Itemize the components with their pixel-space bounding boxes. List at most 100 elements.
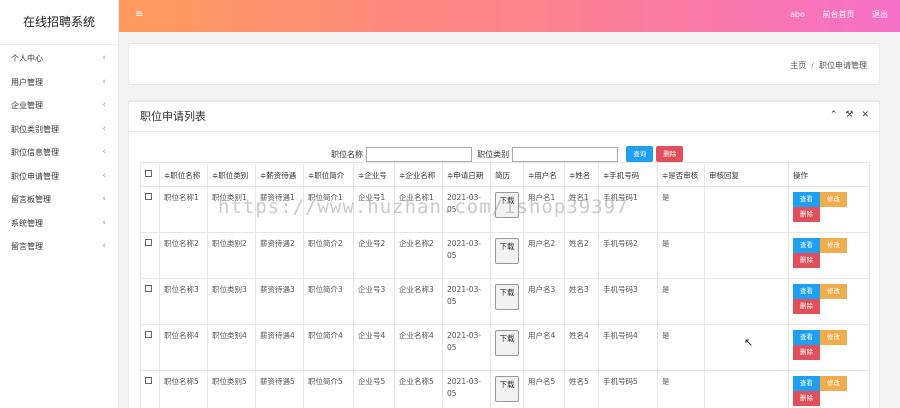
- row-checkbox[interactable]: [145, 331, 152, 338]
- sidebar-item-personal-center[interactable]: 个人中心 ‹: [0, 47, 118, 71]
- cell-job-category: 职位类别2: [207, 232, 256, 279]
- view-button[interactable]: 查看: [793, 238, 820, 253]
- delete-button[interactable]: 删除: [793, 253, 820, 268]
- col-header-job-intro[interactable]: ≑职位简介: [303, 162, 354, 187]
- cell-company-no: 企业号1: [353, 186, 395, 233]
- sidebar-item-label: 留言板管理: [11, 195, 51, 204]
- cell-username: 用户名1: [523, 186, 565, 233]
- col-header-apply-date[interactable]: ≑申请日期: [442, 162, 491, 187]
- cell-job-name: 职位名称2: [159, 232, 208, 279]
- col-header-job-category[interactable]: ≑职位类别: [207, 162, 256, 187]
- home-link[interactable]: 前台首页: [822, 10, 854, 19]
- cell-job-intro: 职位简介4: [303, 324, 354, 371]
- cell-reviewed: 是: [657, 370, 705, 408]
- edit-button[interactable]: 修改: [820, 330, 847, 345]
- edit-button[interactable]: 修改: [820, 192, 847, 207]
- cell-phone: 手机号码1: [598, 186, 658, 233]
- resume-download-button[interactable]: 下载: [495, 284, 519, 310]
- cell-job-intro: 职位简介1: [303, 186, 354, 233]
- resume-download-button[interactable]: 下载: [495, 376, 519, 402]
- resume-download-button[interactable]: 下载: [495, 192, 519, 218]
- breadcrumb: 主页 / 职位申请管理: [790, 60, 867, 71]
- sidebar-item-job-applications[interactable]: 职位申请管理 ‹: [0, 165, 118, 189]
- batch-delete-button[interactable]: 删除: [656, 146, 684, 162]
- chevron-left-icon: ‹: [102, 170, 106, 181]
- job-category-label: 职位类别: [477, 149, 510, 159]
- panel-tools: ⌃ ⚒ ✕: [822, 110, 869, 120]
- row-checkbox[interactable]: [145, 285, 152, 292]
- cell-reviewed: 是: [657, 186, 705, 233]
- row-select-cell[interactable]: [140, 278, 160, 325]
- delete-button[interactable]: 删除: [793, 299, 820, 314]
- row-select-cell[interactable]: [140, 186, 160, 233]
- app-title: 在线招聘系统: [0, 0, 118, 45]
- view-button[interactable]: 查看: [793, 284, 820, 299]
- wrench-icon[interactable]: ⚒: [845, 110, 853, 120]
- cell-actions: 查看 修改 删除: [788, 324, 870, 371]
- cell-realname: 姓名3: [564, 278, 599, 325]
- cell-phone: 手机号码4: [598, 324, 658, 371]
- sidebar-item-system[interactable]: 系统管理 ‹: [0, 212, 118, 236]
- view-button[interactable]: 查看: [793, 192, 820, 207]
- col-header-job-name[interactable]: ≑职位名称: [159, 162, 208, 187]
- col-header-reviewed[interactable]: ≑是否审核: [657, 162, 705, 187]
- chevron-left-icon: ‹: [102, 100, 106, 110]
- cell-job-intro: 职位简介5: [303, 370, 354, 408]
- chevron-left-icon: ‹: [102, 194, 106, 204]
- sidebar-item-message-board[interactable]: 留言板管理 ‹: [0, 188, 118, 212]
- edit-button[interactable]: 修改: [820, 284, 847, 299]
- row-select-cell[interactable]: [140, 370, 160, 408]
- applications-table: ≑职位名称 ≑职位类别 ≑薪资待遇 ≑职位简介 ≑企业号 ≑企业名称 ≑申请日期…: [140, 162, 870, 408]
- cell-phone: 手机号码2: [598, 232, 658, 279]
- cell-company-name: 企业名称2: [394, 232, 443, 279]
- col-header-actions: 操作: [788, 162, 870, 187]
- col-header-username[interactable]: ≑用户名: [523, 162, 565, 187]
- cell-resume: 下载: [490, 186, 524, 233]
- delete-button[interactable]: 删除: [793, 391, 820, 406]
- collapse-icon[interactable]: ⌃: [830, 110, 838, 120]
- cell-reviewed: 是: [657, 324, 705, 371]
- col-header-salary[interactable]: ≑薪资待遇: [255, 162, 304, 187]
- sidebar-item-companies[interactable]: 企业管理 ‹: [0, 94, 118, 118]
- cell-actions: 查看 修改 删除: [788, 278, 870, 325]
- sidebar-item-label: 用户管理: [11, 77, 43, 87]
- col-header-company-name[interactable]: ≑企业名称: [394, 162, 443, 187]
- table-row: 职位名称1 职位类别1 薪资待遇1 职位简介1 企业号1 企业名称1 2021-…: [140, 186, 870, 233]
- resume-download-button[interactable]: 下载: [495, 238, 519, 264]
- sidebar-item-messages[interactable]: 留言管理 ‹: [0, 235, 118, 259]
- sidebar-item-label: 职位类别管理: [11, 124, 59, 134]
- row-select-cell[interactable]: [140, 232, 160, 279]
- sidebar-item-users[interactable]: 用户管理 ‹: [0, 71, 118, 95]
- col-header-realname[interactable]: ≑姓名: [564, 162, 599, 187]
- job-name-input[interactable]: [365, 146, 472, 162]
- view-button[interactable]: 查看: [793, 330, 820, 345]
- edit-button[interactable]: 修改: [820, 376, 847, 391]
- job-category-input[interactable]: [511, 146, 618, 162]
- query-button[interactable]: 查询: [626, 146, 654, 162]
- delete-button[interactable]: 删除: [793, 345, 820, 360]
- edit-button[interactable]: 修改: [820, 238, 847, 253]
- menu-toggle-icon[interactable]: ≡: [135, 9, 143, 20]
- cell-company-no: 企业号3: [353, 278, 395, 325]
- cell-apply-date: 2021-03-05: [442, 186, 491, 233]
- select-all-checkbox[interactable]: [145, 170, 152, 177]
- row-checkbox[interactable]: [145, 377, 152, 384]
- row-checkbox[interactable]: [145, 193, 152, 200]
- top-navbar: ≡ abo 前台首页 退出: [119, 0, 900, 32]
- resume-download-button[interactable]: 下载: [495, 330, 519, 356]
- delete-button[interactable]: 删除: [793, 207, 820, 222]
- view-button[interactable]: 查看: [793, 376, 820, 391]
- row-checkbox[interactable]: [145, 239, 152, 246]
- sidebar-item-job-categories[interactable]: 职位类别管理 ‹: [0, 118, 118, 142]
- cell-company-name: 企业名称4: [394, 324, 443, 371]
- cell-salary: 薪资待遇3: [255, 278, 304, 325]
- breadcrumb-separator: /: [811, 61, 814, 70]
- col-header-phone[interactable]: ≑手机号码: [598, 162, 658, 187]
- select-all-header[interactable]: [140, 162, 160, 187]
- sidebar-item-job-info[interactable]: 职位信息管理 ‹: [0, 141, 118, 165]
- logout-link[interactable]: 退出: [872, 10, 888, 19]
- row-select-cell[interactable]: [140, 324, 160, 371]
- col-header-company-no[interactable]: ≑企业号: [353, 162, 395, 187]
- close-icon[interactable]: ✕: [861, 110, 869, 120]
- breadcrumb-home[interactable]: 主页: [790, 61, 806, 70]
